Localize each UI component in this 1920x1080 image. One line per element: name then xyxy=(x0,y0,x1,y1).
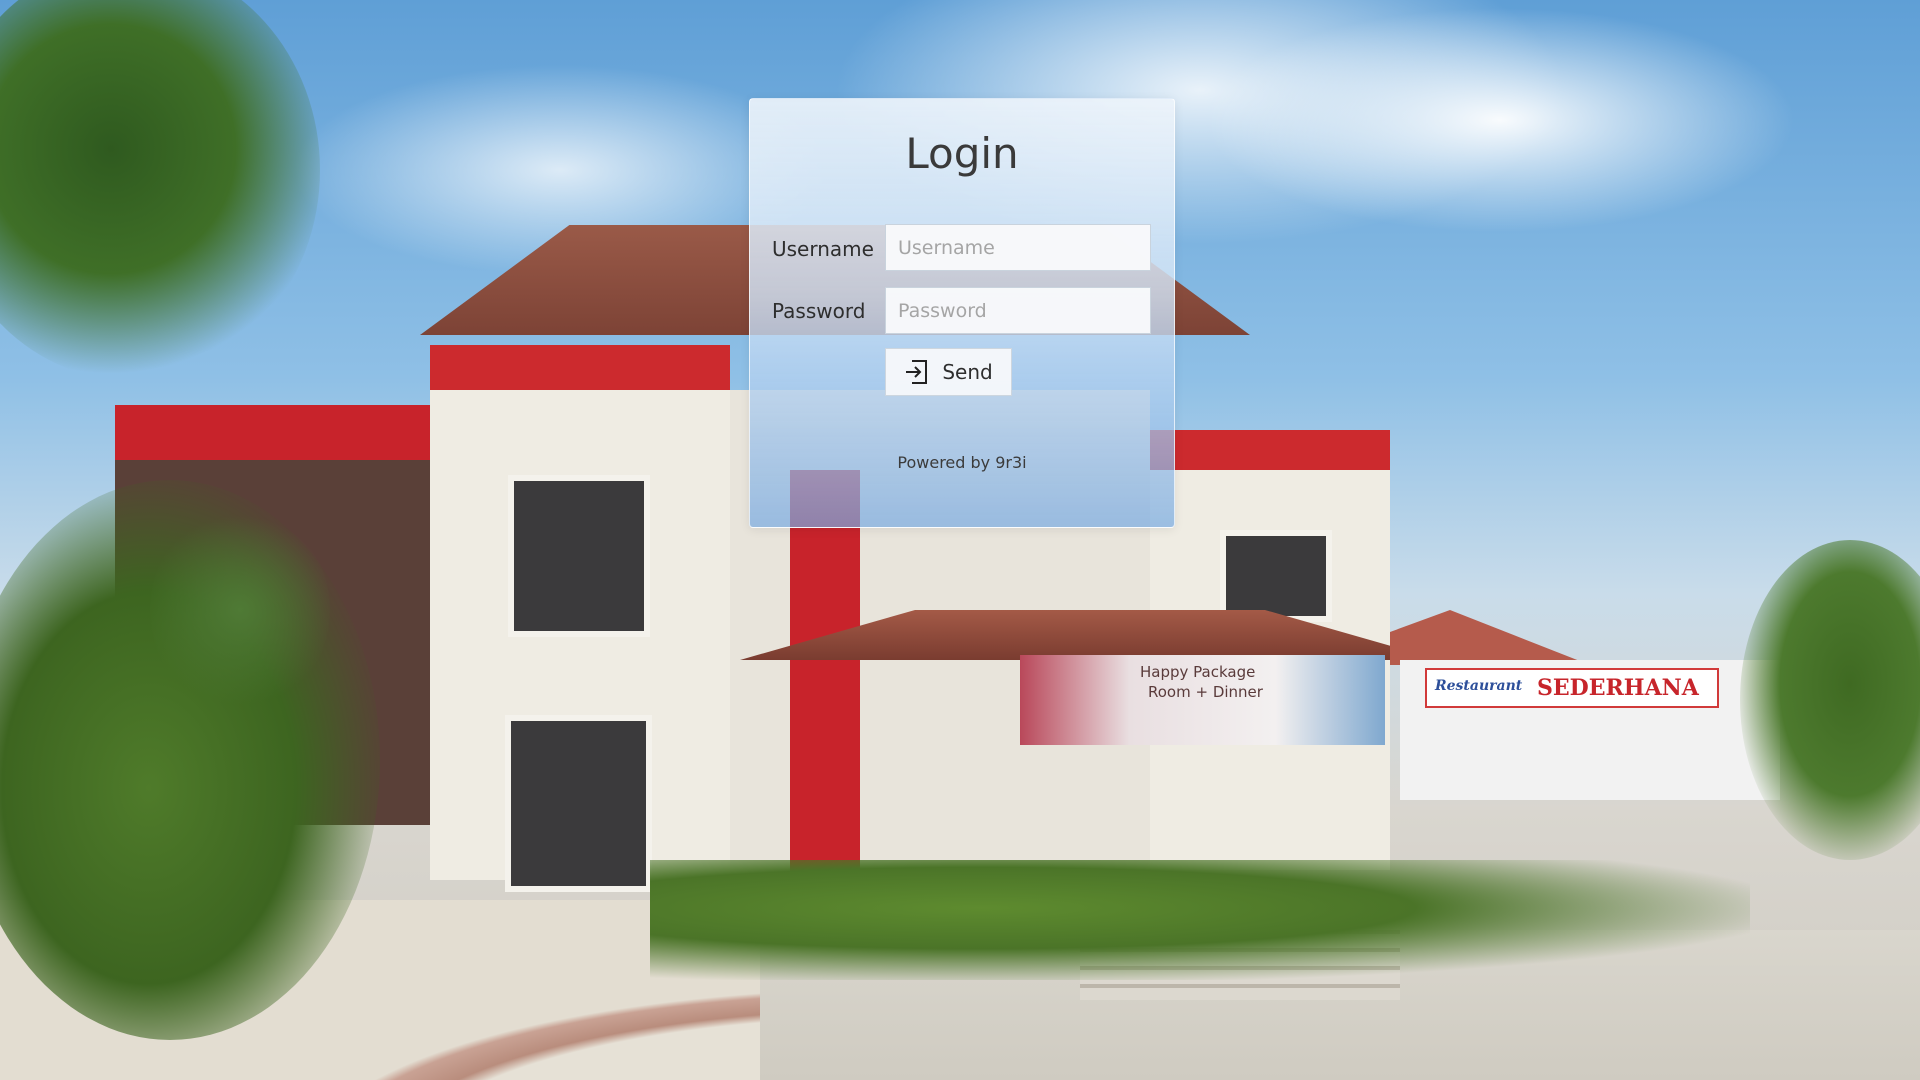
send-button-label: Send xyxy=(942,360,993,384)
hotel-window xyxy=(505,715,652,892)
powered-by-footer: Powered by 9r3i xyxy=(897,453,1027,472)
username-input[interactable] xyxy=(885,224,1151,271)
sign-in-icon xyxy=(904,358,930,386)
username-label: Username xyxy=(772,237,874,261)
login-title: Login xyxy=(905,129,1019,178)
garden-shrubs xyxy=(650,860,1750,980)
banner-heading: Happy Package xyxy=(1140,663,1256,681)
tree-left xyxy=(0,0,320,380)
password-input[interactable] xyxy=(885,287,1151,334)
restaurant-sign-prefix: Restaurant xyxy=(1435,678,1523,694)
login-panel: Login Username Password Send Powered by … xyxy=(749,98,1175,528)
restaurant-sign: Restaurant SEDERHANA xyxy=(1425,668,1719,708)
tree-right xyxy=(1740,540,1920,860)
send-button[interactable]: Send xyxy=(885,348,1012,396)
palm-tree xyxy=(150,510,330,710)
promo-banner: Happy Package Room + Dinner xyxy=(1020,655,1385,745)
restaurant-sign-name: SEDERHANA xyxy=(1537,675,1699,701)
password-label: Password xyxy=(772,299,866,323)
restaurant-roof xyxy=(1390,610,1590,665)
hotel-wall-middle-trim xyxy=(430,345,730,390)
banner-subheading: Room + Dinner xyxy=(1148,683,1263,701)
hotel-window xyxy=(1220,530,1332,622)
hotel-wall-left-trim xyxy=(115,405,445,460)
hotel-wall-right-trim xyxy=(1150,430,1390,470)
hotel-center-pillar xyxy=(790,470,860,880)
hotel-window xyxy=(508,475,650,637)
